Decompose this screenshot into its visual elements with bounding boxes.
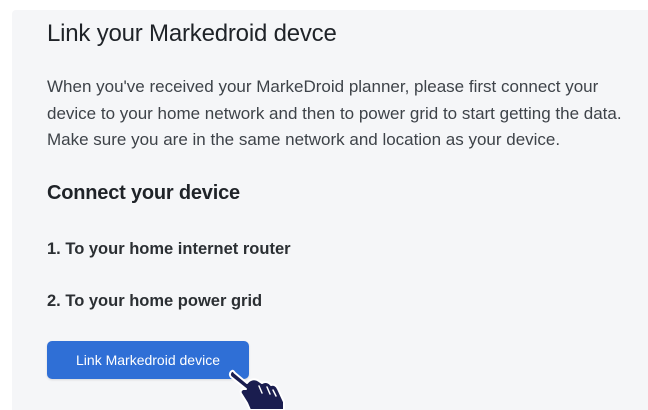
link-device-panel: Link your Markedroid devce When you've r…	[12, 10, 648, 410]
page-title: Link your Markedroid devce	[47, 20, 337, 47]
section-title: Connect your device	[47, 182, 240, 204]
step-power-grid: 2. To your home power grid	[47, 292, 263, 310]
intro-text: When you've received your MarkeDroid pla…	[47, 77, 622, 149]
link-device-button[interactable]: Link Markedroid device	[47, 341, 249, 379]
hand-pointer-icon	[228, 369, 285, 410]
step-router: 1. To your home internet router	[47, 240, 291, 258]
